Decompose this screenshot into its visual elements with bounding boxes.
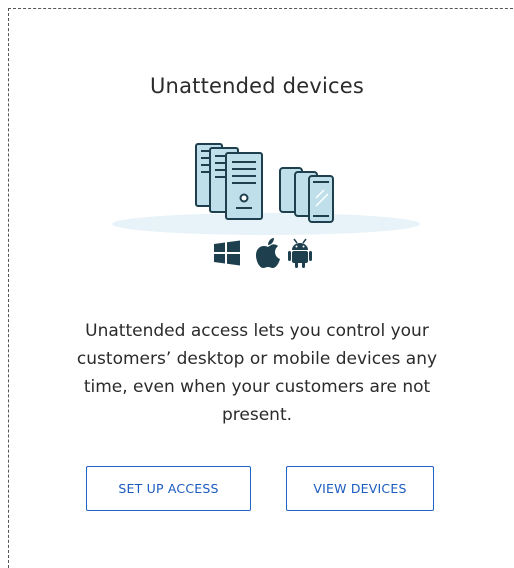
android-icon	[288, 238, 312, 268]
server-stack-icon	[195, 143, 263, 220]
windows-icon	[214, 240, 240, 266]
panel-title: Unattended devices	[149, 74, 365, 98]
view-devices-button[interactable]: VIEW DEVICES	[286, 466, 434, 511]
devices-illustration	[112, 143, 420, 268]
platform-ellipse	[112, 213, 420, 235]
panel-description: Unattended access lets you control your …	[76, 321, 438, 425]
set-up-access-button[interactable]: SET UP ACCESS	[86, 466, 251, 511]
apple-icon	[256, 238, 280, 268]
